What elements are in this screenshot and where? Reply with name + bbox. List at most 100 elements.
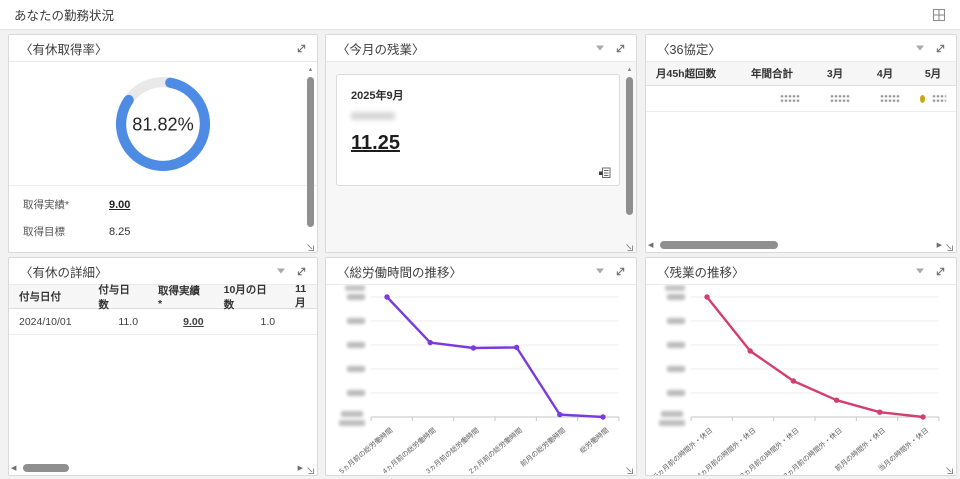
panel-title: 〈総労働時間の推移〉 (337, 265, 463, 280)
cell-value-link[interactable]: 9.00 (183, 316, 203, 328)
stat-row: 取得実績* 9.00 (23, 191, 317, 218)
panel-header: 〈残業の推移〉 (646, 258, 956, 285)
redacted-value (932, 94, 946, 103)
overtime-card: 2025年9月 11.25 (336, 74, 620, 186)
table-cell (810, 94, 860, 103)
panel-monthly-overtime: 〈今月の残業〉 2025年9月 11.25 ▲ (325, 34, 637, 253)
scrollbar-thumb[interactable] (660, 241, 778, 249)
table-cell (860, 94, 910, 103)
panel-overtime-trend: 〈残業の推移〉 5ヵ月前の時間外・休日 4ヵ月前の時間外・休日 3ヵ月前の時間外・休… (645, 257, 957, 476)
grid-layout-icon[interactable] (932, 8, 946, 22)
table-cell: 9.00 (148, 316, 214, 328)
column-header: 付与日付 (19, 291, 61, 303)
panel-title: 〈有休の詳細〉 (20, 265, 108, 280)
scroll-up-icon[interactable]: ▲ (306, 67, 315, 73)
filter-icon[interactable] (915, 267, 925, 275)
line-chart: 5ヵ月前の総労働時間4ヵ月前の総労働時間3ヵ月前の総労働時間2ヵ月前の総労働時間… (337, 285, 620, 475)
stat-label: 取得実績* (23, 199, 70, 211)
redacted-value (780, 94, 800, 103)
table-cell: 2024/10/01 (19, 315, 72, 328)
table-cell: 11.0 (118, 315, 139, 328)
resize-grip-icon[interactable] (623, 239, 634, 251)
expand-icon[interactable] (614, 265, 627, 278)
stat-row: 取得目標 8.25 (23, 218, 317, 245)
line-chart: 5ヵ月前の時間外・休日4ヵ月前の時間外・休日3ヵ月前の時間外・休日2ヵ月前の時間… (652, 285, 940, 475)
redacted-value (830, 94, 850, 103)
panel-header: 〈今月の残業〉 (326, 35, 636, 62)
table-row: 2024/10/01 11.0 9.00 1.0 (9, 309, 317, 335)
svg-text:81.82%: 81.82% (132, 114, 194, 134)
panel-header: 〈有休取得率〉 (9, 35, 317, 62)
panel-36-agreement: 〈36協定〉 月45h超回数 年間合計 3月 4月 5月 ◀ ▶ (645, 34, 957, 253)
table-header: 月45h超回数 年間合計 3月 4月 5月 (646, 62, 956, 86)
filter-icon[interactable] (595, 267, 605, 275)
page-header: あなたの勤務状況 (0, 0, 960, 30)
svg-text:総労働時間: 総労働時間 (578, 426, 611, 455)
period-label: 2025年9月 (351, 90, 404, 102)
expand-icon[interactable] (934, 265, 947, 278)
column-header: 付与日数 (98, 283, 130, 311)
table-header: 付与日付 付与日数 取得実績* 10月の日数 11月 (9, 283, 317, 311)
column-header: 取得実績* (158, 285, 201, 310)
vertical-scrollbar[interactable]: ▲ (625, 67, 634, 236)
panel-header: 〈36協定〉 (646, 35, 956, 62)
stat-value: 8.25 (109, 225, 131, 238)
svg-text:前月の総労働時間: 前月の総労働時間 (518, 426, 567, 469)
expand-icon[interactable] (614, 42, 627, 55)
panel-title: 〈残業の推移〉 (657, 265, 745, 280)
panel-paid-leave-rate: 〈有休取得率〉 81.82% 取得実績* 9.00 取得目標 8.25 ▲ (8, 34, 318, 253)
scroll-up-icon[interactable]: ▲ (625, 67, 634, 73)
horizontal-scrollbar[interactable]: ◀ ▶ (11, 463, 303, 473)
resize-grip-icon[interactable] (304, 239, 315, 251)
filter-icon[interactable] (595, 44, 605, 52)
panel-title: 〈有休取得率〉 (20, 42, 108, 57)
column-header: 5月 (924, 68, 942, 80)
panel-title: 〈今月の残業〉 (337, 42, 425, 57)
scrollbar-thumb[interactable] (307, 77, 314, 227)
column-header: 10月の日数 (223, 283, 267, 311)
filter-icon[interactable] (915, 44, 925, 52)
horizontal-scrollbar[interactable]: ◀ ▶ (648, 240, 942, 250)
redacted-value (880, 94, 900, 103)
resize-grip-icon[interactable] (623, 462, 634, 474)
table-cell (910, 94, 956, 103)
column-header: 4月 (876, 68, 894, 80)
column-header: 11月 (295, 283, 307, 309)
table-row (646, 86, 956, 112)
vertical-scrollbar[interactable]: ▲ (306, 67, 315, 236)
scrollbar-thumb[interactable] (23, 464, 69, 472)
resize-grip-icon[interactable] (943, 239, 954, 251)
panel-paid-leave-detail: 〈有休の詳細〉 付与日付 付与日数 取得実績* 10月の日数 11月 2024/10/0… (8, 257, 318, 476)
attendance-dashboard: あなたの勤務状況 〈有休取得率〉 81.82% 取得実績* 9.00 取得目標 8.2… (0, 0, 960, 479)
column-header: 年間合計 (751, 68, 793, 80)
panel-body: 2025年9月 11.25 (326, 62, 636, 252)
expand-icon[interactable] (934, 42, 947, 55)
stats-list: 取得実績* 9.00 取得目標 8.25 (9, 186, 317, 245)
expand-icon[interactable] (295, 42, 308, 55)
column-header: 3月 (826, 68, 844, 80)
panel-title: 〈36協定〉 (657, 42, 721, 57)
stat-label: 取得目標 (23, 226, 65, 238)
status-dot-icon (920, 94, 926, 103)
resize-grip-icon[interactable] (304, 462, 315, 474)
scroll-right-icon[interactable]: ▶ (937, 241, 942, 249)
filter-icon[interactable] (276, 267, 286, 275)
scroll-left-icon[interactable]: ◀ (11, 464, 16, 472)
drill-through-icon[interactable] (598, 166, 611, 179)
panel-total-hours-trend: 〈総労働時間の推移〉 5ヵ月前の総労働時間 4ヵ月前の総労働時間 3ヵ月前の総労働時… (325, 257, 637, 476)
page-title: あなたの勤務状況 (14, 9, 115, 23)
overtime-value-link[interactable]: 11.25 (351, 132, 400, 155)
scroll-right-icon[interactable]: ▶ (298, 464, 303, 472)
column-header: 月45h超回数 (656, 68, 717, 80)
scroll-left-icon[interactable]: ◀ (648, 241, 653, 249)
table-body: 2024/10/01 11.0 9.00 1.0 (9, 309, 317, 335)
table-cell (734, 94, 810, 103)
expand-icon[interactable] (295, 265, 308, 278)
donut-chart: 81.82% (9, 62, 317, 186)
redacted-label (351, 112, 395, 120)
resize-grip-icon[interactable] (943, 462, 954, 474)
stat-value-link[interactable]: 9.00 (109, 199, 130, 211)
scrollbar-thumb[interactable] (626, 77, 633, 215)
panel-header: 〈総労働時間の推移〉 (326, 258, 636, 285)
table-cell: 1.0 (260, 315, 276, 328)
